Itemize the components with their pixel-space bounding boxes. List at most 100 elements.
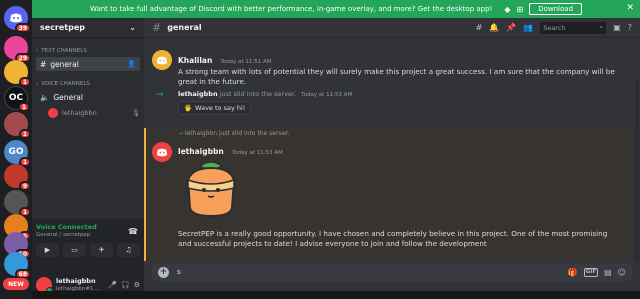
server-badge: 9 xyxy=(18,181,31,191)
wave-sticker-icon: 🖐 xyxy=(184,104,193,112)
bell-icon[interactable]: 🔔 xyxy=(489,23,499,32)
message-input[interactable]: s xyxy=(177,268,560,276)
avatar[interactable] xyxy=(152,142,172,162)
message-composer: + s 🎁 GIF ▤ ☺ xyxy=(152,263,632,281)
pin-icon[interactable]: 📌 xyxy=(506,23,516,32)
voice-channel-general[interactable]: 🔈 General xyxy=(36,90,140,104)
download-button[interactable]: Download xyxy=(529,3,583,15)
join-text: just slid into the server. xyxy=(219,90,297,98)
member-list-icon[interactable]: 👥 xyxy=(523,23,533,32)
mic-icon[interactable]: 🎤 xyxy=(108,281,117,289)
server-icon[interactable]: 1 xyxy=(4,60,31,87)
voice-connection-panel: Voice Connected General / secretpep ☎ ▶ … xyxy=(32,219,144,271)
category-label: VOICE CHANNELS xyxy=(41,81,90,87)
message: Khalilan Today at 11:51 AM A strong team… xyxy=(144,48,634,87)
close-icon[interactable]: ✕ xyxy=(626,3,634,13)
gif-button[interactable]: GIF xyxy=(583,267,599,277)
hash-icon: # xyxy=(152,21,162,34)
camera-button[interactable]: ▶ xyxy=(36,243,59,257)
server-icon[interactable]: OC 1 xyxy=(4,86,30,112)
server-icon[interactable]: 9 xyxy=(4,164,31,191)
channel-label: general xyxy=(50,59,79,69)
message-content: A strong team with lots of potential the… xyxy=(178,67,615,86)
sticker-icon[interactable]: ▤ xyxy=(604,268,612,277)
voice-status: Voice Connected xyxy=(36,223,97,231)
message-content: SecretPEP is a really good opportunity. … xyxy=(178,229,608,248)
system-message: → lethaigbbn just slid into the server. … xyxy=(144,90,634,115)
user-name: lethaigbbn xyxy=(56,276,96,285)
gear-icon[interactable]: ⚙ xyxy=(134,281,140,289)
help-icon[interactable]: ? xyxy=(628,23,632,32)
wave-label: Wave to say hi! xyxy=(195,104,246,112)
message-author[interactable]: lethaigbbn xyxy=(178,147,224,156)
join-user[interactable]: lethaigbbn xyxy=(178,90,218,98)
server-icon[interactable]: 1 xyxy=(4,190,31,217)
screen-share-button[interactable]: ▭ xyxy=(63,243,86,257)
reply-preview[interactable]: lethaigbbn just slid into the server. xyxy=(185,130,290,137)
peach-sticker-image xyxy=(186,161,236,218)
message-timestamp: Today at 11:53 AM xyxy=(231,150,283,156)
voice-participant[interactable]: lethaigbbn 🎙 xyxy=(48,107,140,119)
category-voice-channels[interactable]: › VOICE CHANNELS xyxy=(32,80,144,88)
message: → lethaigbbn just slid into the server. … xyxy=(144,130,634,162)
rocket-icon: ✈ xyxy=(98,246,105,254)
server-badge: 1 xyxy=(18,77,31,87)
guild-header[interactable]: secretpep ⌄ xyxy=(32,18,144,38)
message-timestamp: Today at 11:53 AM xyxy=(301,92,353,98)
chevron-down-icon: › xyxy=(36,48,39,54)
activity-button[interactable]: ✈ xyxy=(90,243,113,257)
speaker-icon: 🔈 xyxy=(40,92,50,102)
message-continuation: SecretPEP is a really good opportunity. … xyxy=(144,229,634,249)
server-icon[interactable]: 1 xyxy=(4,112,31,139)
guild-name: secretpep xyxy=(40,23,86,32)
channel-general[interactable]: # general 👤 xyxy=(36,57,140,71)
desktop-app-banner: Want to take full advantage of Discord w… xyxy=(32,0,640,18)
category-text-channels[interactable]: › TEXT CHANNELS xyxy=(32,47,144,55)
server-icon[interactable]: GO 1 xyxy=(4,140,31,167)
server-icon[interactable]: 29 xyxy=(4,36,31,63)
voice-location[interactable]: General / secretpep xyxy=(36,232,140,238)
gift-icon[interactable]: 🎁 xyxy=(568,268,578,277)
emoji-icon[interactable]: ☺ xyxy=(618,268,626,277)
disconnect-icon[interactable]: ☎ xyxy=(128,227,138,236)
add-user-icon[interactable]: 👤 xyxy=(127,60,136,68)
discord-logo-icon xyxy=(156,148,168,156)
reply-arrow-icon: → xyxy=(178,130,184,137)
channel-label: General xyxy=(53,92,83,102)
chevron-down-icon: › xyxy=(36,81,39,87)
join-arrow-icon: → xyxy=(156,90,164,100)
discord-logo-icon xyxy=(10,13,22,23)
upload-plus-button[interactable]: + xyxy=(158,266,169,278)
mic-muted-icon: 🎙 xyxy=(131,109,140,117)
discord-logo-icon xyxy=(156,56,168,64)
message-list: Khalilan Today at 11:51 AM A strong team… xyxy=(144,38,640,261)
server-badge: 39 xyxy=(14,23,31,33)
avatar xyxy=(48,108,58,118)
home-button[interactable]: 39 xyxy=(4,6,31,33)
headphones-icon[interactable]: 🎧 xyxy=(121,281,130,289)
threads-icon[interactable]: # xyxy=(476,23,483,32)
hash-icon: # xyxy=(40,59,47,69)
search-placeholder: Search xyxy=(543,23,566,32)
server-initials: GO xyxy=(8,147,24,157)
soundboard-button[interactable]: ♫ xyxy=(117,243,140,257)
windows-icon: ⊞ xyxy=(516,4,524,14)
channel-title: general xyxy=(167,23,202,32)
avatar[interactable] xyxy=(152,50,172,70)
wave-button[interactable]: 🖐 Wave to say hi! xyxy=(178,101,252,115)
server-icon[interactable]: 68 xyxy=(4,252,31,279)
new-badge[interactable]: NEW xyxy=(3,278,29,290)
search-input[interactable]: Search ⌕ xyxy=(540,21,607,34)
screen-share-icon: ▭ xyxy=(71,246,78,254)
inbox-icon[interactable]: ▣ xyxy=(613,23,621,32)
channel-header: # general # 🔔 📌 👥 Search ⌕ ▣ ? xyxy=(144,18,640,38)
category-label: TEXT CHANNELS xyxy=(41,48,87,54)
soundboard-icon: ♫ xyxy=(125,246,132,254)
message-author[interactable]: Khalilan xyxy=(178,56,212,65)
server-badge: 1 xyxy=(17,102,30,112)
os-taskbar-edge xyxy=(32,291,640,299)
server-badge: 1 xyxy=(18,129,31,139)
android-icon: ◆ xyxy=(504,4,511,14)
chevron-down-icon: ⌄ xyxy=(129,23,136,32)
scrollbar-track[interactable] xyxy=(635,78,639,261)
